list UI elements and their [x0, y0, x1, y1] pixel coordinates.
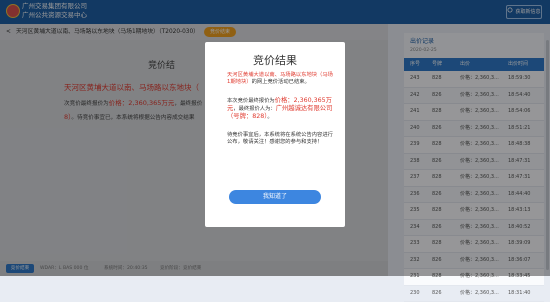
dialog-paragraph-1: 天河区黄埔大道以南、马场路以东地块（马场1期地块）的网上竞价活动已结束。	[227, 72, 335, 86]
dialog-paragraph-3: 待竞价事宜后，本系统将在系统公告内容进行公布，敬请关注！感谢您的参与和支持！	[227, 132, 335, 146]
cell-plate: 826	[432, 286, 442, 302]
dialog-price-prefix: 本次竞价最终报价为	[227, 98, 275, 104]
dialog-title: 竞价结果	[205, 52, 345, 68]
dialog-plot-tail: 的网上竞价活动已结束。	[252, 79, 310, 85]
dialog-paragraph-2: 本次竞价最终报价为价格：2,360,365万元，最终报价人为：广州越诚达有限公司…	[227, 97, 335, 121]
cell-index: 230	[410, 286, 420, 302]
table-row: 230 826 价格：2,360,3... 18:31:40	[404, 286, 544, 302]
dialog-winner-tail: 。	[267, 114, 272, 120]
cell-price: 价格：2,360,3...	[460, 286, 499, 302]
dialog-price-suffix: ，最终报价人为：	[233, 106, 275, 112]
ok-button[interactable]: 我知道了	[229, 190, 321, 204]
cell-time: 18:31:40	[508, 286, 530, 302]
result-dialog: 竞价结果 天河区黄埔大道以南、马场路以东地块（马场1期地块）的网上竞价活动已结束…	[205, 42, 345, 227]
